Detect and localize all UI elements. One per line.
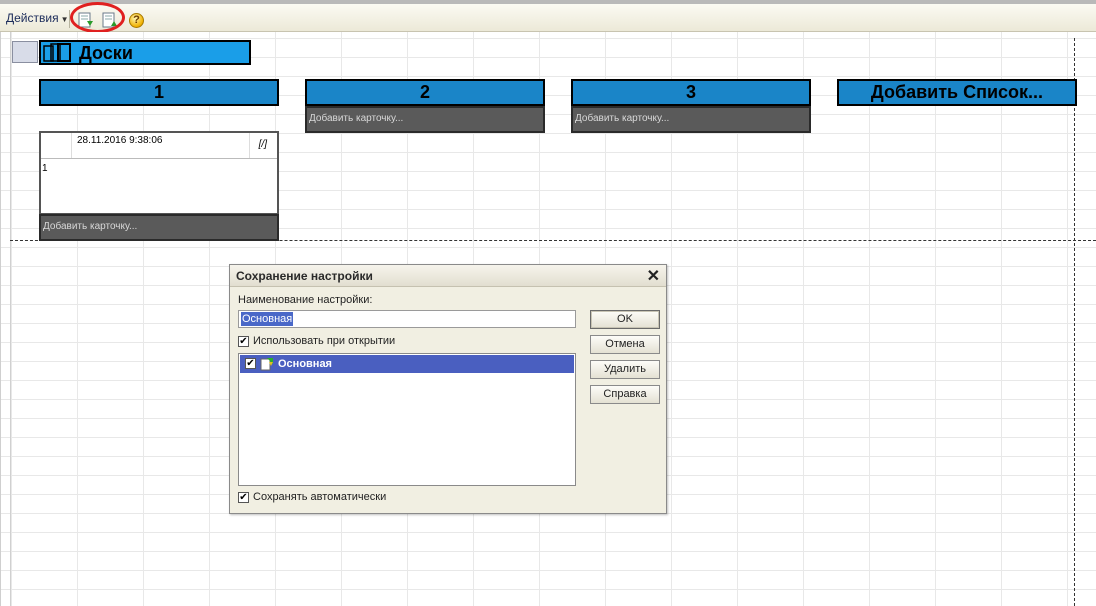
setting-name-value: Основная [241, 312, 294, 326]
autosave-label: Сохранять автоматически [253, 491, 387, 503]
use-on-open-checkbox[interactable]: ✔ [238, 336, 249, 347]
list-header-2[interactable]: 2 [305, 79, 545, 106]
setting-name-label: Наименование настройки: [238, 294, 373, 306]
chevron-down-icon: ▼ [60, 15, 69, 24]
settings-list[interactable]: ✔ Основная [238, 353, 576, 486]
autosave-checkbox[interactable]: ✔ [238, 492, 249, 503]
list-item[interactable]: ✔ Основная [240, 355, 574, 373]
ok-button[interactable]: OK [590, 310, 660, 329]
help-icon-glyph: ? [133, 14, 140, 26]
card-divider [41, 158, 277, 159]
toolbar: Действия ▼ ? [0, 4, 1096, 32]
row-header-border [10, 32, 11, 606]
list-item-checkbox[interactable]: ✔ [245, 358, 256, 369]
add-card-button-1[interactable]: Добавить карточку... [39, 214, 279, 241]
sheet-corner-cell [12, 41, 38, 63]
card[interactable]: 28.11.2016 9:38:06 [/] 1 [39, 131, 279, 215]
setting-icon [260, 358, 273, 371]
add-card-button-2[interactable]: Добавить карточку... [305, 106, 545, 133]
cancel-button[interactable]: Отмена [590, 335, 660, 354]
card-divider [249, 133, 250, 158]
delete-button[interactable]: Удалить [590, 360, 660, 379]
boards-icon [43, 43, 71, 62]
card-divider [71, 133, 72, 158]
boards-header: Доски [39, 40, 251, 65]
highlight-circle [70, 2, 125, 33]
card-date: 28.11.2016 9:38:06 [77, 135, 163, 146]
add-list-button[interactable]: Добавить Список... [837, 79, 1077, 106]
setting-name-input[interactable]: Основная [238, 310, 576, 328]
page-break-vertical [1074, 38, 1075, 606]
add-card-button-3[interactable]: Добавить карточку... [571, 106, 811, 133]
list-item-label: Основная [278, 358, 332, 370]
close-icon[interactable]: ✕ [647, 266, 660, 286]
help-icon[interactable]: ? [129, 13, 144, 28]
save-settings-dialog: Сохранение настройки ✕ Наименование наст… [229, 264, 667, 514]
list-header-1[interactable]: 1 [39, 79, 279, 106]
dialog-title: Сохранение настройки [236, 269, 373, 283]
dialog-titlebar[interactable]: Сохранение настройки ✕ [230, 265, 666, 287]
actions-menu[interactable]: Действия ▼ [6, 11, 69, 25]
list-header-3[interactable]: 3 [571, 79, 811, 106]
boards-title: Доски [79, 43, 133, 63]
card-edit-icon[interactable]: [/] [259, 139, 267, 150]
help-button[interactable]: Справка [590, 385, 660, 404]
use-on-open-label: Использовать при открытии [253, 335, 396, 347]
actions-menu-label: Действия [6, 11, 59, 25]
card-text: 1 [42, 163, 48, 174]
